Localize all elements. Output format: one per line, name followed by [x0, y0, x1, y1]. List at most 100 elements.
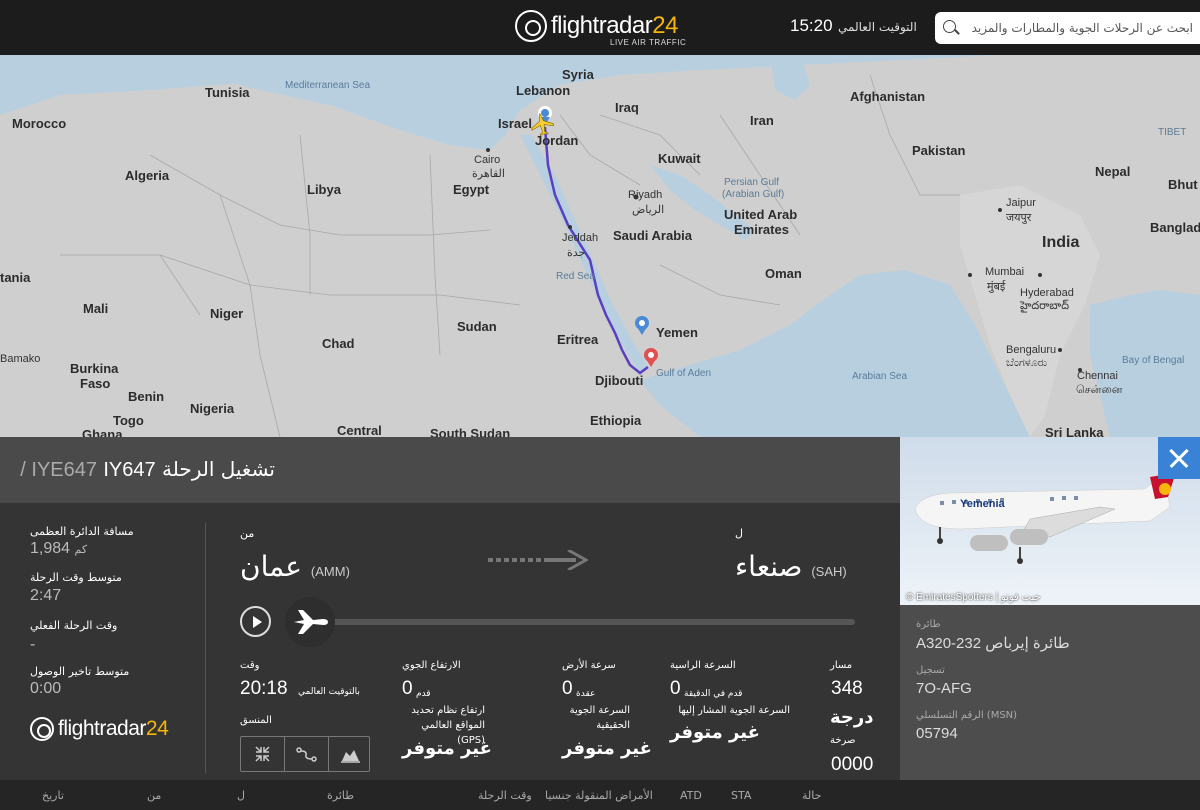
registration-label: تسجيل	[916, 665, 945, 676]
map-label-djibouti: Djibouti	[595, 373, 644, 388]
map-label-riyadh-ar: الرياض	[632, 204, 665, 216]
expand-icon[interactable]	[241, 737, 285, 771]
time-unit: بالتوقيت العالمي	[298, 687, 360, 697]
map-label-eritrea: Eritrea	[557, 332, 599, 347]
aircraft-photo[interactable]: Yemenia	[900, 437, 1200, 605]
radar-logo-icon	[515, 10, 547, 42]
vertical-speed-label: السرعة الراسية	[670, 660, 736, 671]
to-label: ل	[735, 527, 743, 540]
column-aircraft[interactable]: طائرة	[327, 789, 354, 802]
aircraft-type-value: A320-232 طائرة إيرباص	[916, 635, 1070, 652]
map-label-pakistan: Pakistan	[912, 143, 966, 158]
column-from[interactable]: من	[147, 789, 161, 802]
map-label-egypt: Egypt	[453, 182, 490, 197]
flight-number: IY647	[103, 459, 156, 481]
map-label-saudi-arabia: Saudi Arabia	[613, 228, 692, 243]
route-arrow-icon	[488, 550, 588, 570]
search-box[interactable]	[935, 12, 1200, 44]
track-unit: درجة	[830, 707, 874, 728]
search-icon[interactable]	[943, 20, 956, 33]
map-label-ghana: Ghana	[82, 427, 123, 437]
flightradar24-logo[interactable]: flightradar24 LIVE AIR TRAFFIC	[515, 8, 690, 48]
map-label-jeddah: Jeddah	[562, 232, 599, 244]
origin-city[interactable]: عمان (AMM)	[240, 550, 350, 583]
photo-credit[interactable]: © EmiratesSpotters | جيت فوتو	[906, 592, 1041, 603]
logo-subtitle: LIVE AIR TRAFFIC	[610, 38, 687, 47]
map-label-israel: Israel	[498, 116, 532, 131]
indicated-airspeed-value: غير متوفر	[670, 722, 760, 743]
map-label-uae-2: Emirates	[734, 222, 789, 237]
graph-label: المنسق	[240, 715, 272, 726]
map-label-iran: Iran	[750, 113, 774, 128]
map-label-bengaluru: Bengaluru	[1006, 344, 1057, 356]
aircraft-type-label: طائرة	[916, 619, 941, 630]
map-label-sri-lanka: Sri Lanka	[1045, 425, 1104, 437]
map-label-mumbai: Mumbai	[985, 266, 1025, 278]
map-label-jaipur: Jaipur	[1006, 197, 1036, 209]
map-label-libya: Libya	[307, 182, 341, 197]
play-button[interactable]	[240, 606, 271, 637]
map-label-nepal: Nepal	[1095, 164, 1131, 179]
route-graph-icon[interactable]	[285, 737, 329, 771]
map-label-arabian-sea: Arabian Sea	[852, 371, 908, 382]
actual-flight-time-value: -	[30, 636, 36, 653]
map-label-india: India	[1042, 234, 1080, 251]
map-label-uae-1: United Arab	[724, 207, 798, 222]
map-label-bengaluru-kn: ಬೆಂಗಳೂರು	[1006, 357, 1048, 369]
map-label-yemen: Yemen	[656, 325, 698, 340]
time-label: وقت	[240, 660, 260, 671]
map-label-kuwait: Kuwait	[658, 151, 701, 166]
ground-speed-value: 0	[562, 678, 573, 699]
destination-city[interactable]: صنعاء (SAH)	[735, 550, 847, 583]
map-label-faso: Faso	[80, 376, 111, 391]
squawk-label: صرخة	[830, 735, 856, 746]
map-label-togo: Togo	[113, 413, 144, 428]
flight-title-label: تشغيل الرحلة	[162, 457, 275, 481]
map-label-chennai-ta: சென்னை	[1076, 384, 1123, 396]
track-value: 348	[831, 678, 863, 699]
flight-title: / IYE647 IY647 تشغيل الرحلة	[20, 457, 275, 482]
map-label-chennai: Chennai	[1077, 370, 1118, 382]
altitude-unit: قدم	[416, 689, 431, 699]
column-sta[interactable]: STA	[731, 789, 751, 802]
search-input[interactable]	[965, 12, 1193, 44]
msn-value: 05794	[916, 725, 958, 742]
gps-altitude-value: غير متوفر	[402, 738, 492, 759]
map-label-jordan: Jordan	[535, 133, 579, 148]
close-button[interactable]	[1158, 437, 1200, 479]
ground-speed-unit: عقدة	[576, 689, 596, 699]
map-label-lebanon: Lebanon	[516, 83, 571, 98]
map-label-mumbai-mr: मुंबई	[987, 281, 1006, 293]
map-label-mediterranean: Mediterranean Sea	[285, 80, 371, 91]
map-label-syria: Syria	[562, 67, 594, 82]
progress-aircraft-icon	[285, 597, 335, 647]
map[interactable]: Tunisia Morocco Algeria Libya Egypt Cair…	[0, 55, 1200, 437]
map-label-hyderabad: Hyderabad	[1020, 287, 1074, 299]
aircraft-info: طائرة A320-232 طائرة إيرباص تسجيل 7O-AFG…	[900, 605, 1200, 780]
map-label-bangladesh: Banglad	[1150, 220, 1200, 235]
map-label-arabian-gulf: (Arabian Gulf)	[722, 189, 785, 200]
registration-value[interactable]: 7O-AFG	[916, 680, 972, 697]
avg-flight-time-label: متوسط وقت الرحلة	[30, 571, 122, 584]
column-to[interactable]: ل	[237, 789, 245, 802]
map-label-mauritania: tania	[0, 270, 31, 285]
livery-text: Yemenia	[960, 498, 1006, 510]
true-airspeed-value: غير متوفر	[562, 738, 652, 759]
map-label-gulf-of-aden: Gulf of Aden	[656, 368, 712, 379]
column-atd[interactable]: ATD	[680, 789, 702, 802]
map-label-chad: Chad	[322, 336, 355, 351]
column-std[interactable]: الأمراض المنقولة جنسيا	[545, 789, 653, 802]
map-label-jeddah-ar: جدة	[567, 247, 586, 259]
map-label-tunisia: Tunisia	[205, 85, 250, 100]
map-label-south-sudan: South Sudan	[430, 426, 511, 437]
column-status[interactable]: حالة	[802, 789, 821, 802]
altitude-graph-icon[interactable]	[329, 737, 372, 771]
column-date[interactable]: تاريخ	[42, 789, 64, 802]
map-label-cairo: Cairo	[474, 154, 501, 166]
altitude-value: 0	[402, 678, 413, 699]
great-circle-label: مسافة الدائرة العظمى	[30, 525, 134, 538]
column-flight-time[interactable]: وقت الرحلة	[478, 789, 532, 802]
from-label: من	[240, 527, 255, 540]
vertical-speed-value: 0	[670, 678, 681, 699]
logo-text: flightradar24	[551, 12, 678, 39]
